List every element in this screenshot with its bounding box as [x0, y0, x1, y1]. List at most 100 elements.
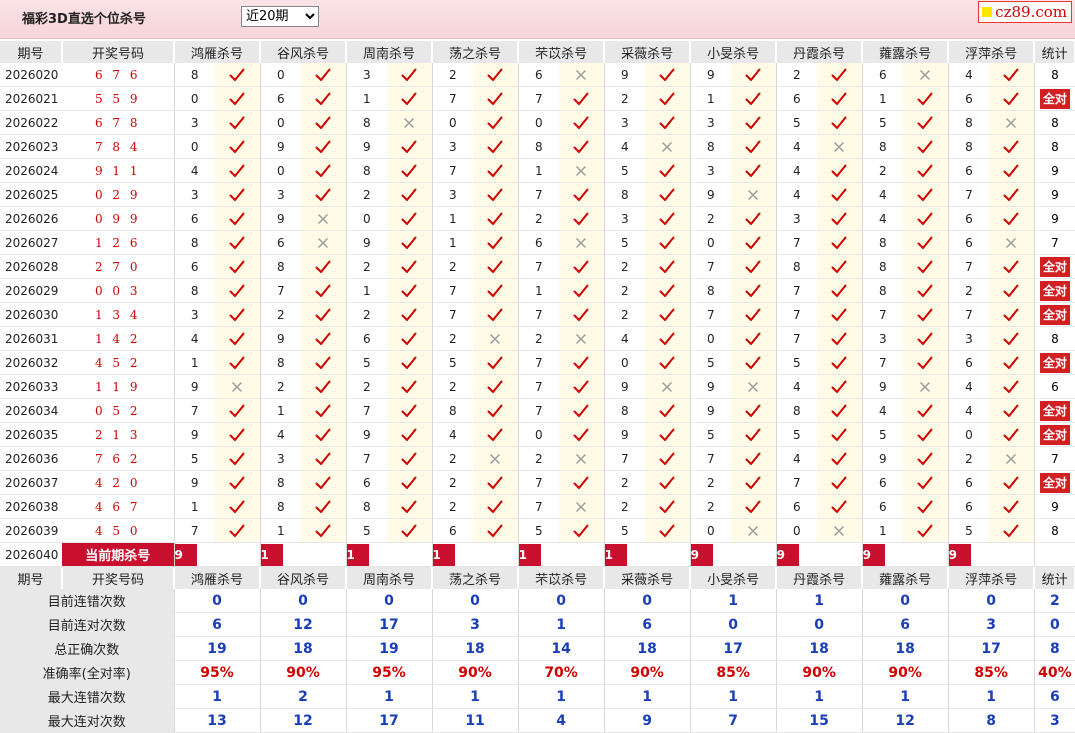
check-icon [315, 380, 331, 393]
period-select[interactable]: 近20期 [241, 6, 319, 27]
check-icon [1003, 68, 1019, 81]
kill-number: 4 [603, 134, 646, 159]
site-logo[interactable]: cz89.com [978, 1, 1072, 23]
kill-number: 3 [861, 326, 904, 351]
check-icon [831, 260, 847, 273]
kill-number: 5 [603, 158, 646, 183]
col-header-expert-1: 鸿雁杀号 [174, 41, 262, 63]
result-mark [645, 494, 691, 519]
kill-number: 5 [689, 350, 732, 375]
result-mark [645, 63, 691, 87]
result-mark [903, 494, 949, 519]
result-mark [301, 350, 347, 375]
result-mark [731, 494, 777, 519]
result-mark [301, 470, 347, 495]
kill-number: 4 [947, 398, 990, 423]
current-kill-number: 9 [777, 543, 799, 566]
check-icon [229, 140, 245, 153]
stat-cell: 6 [1033, 374, 1075, 399]
logo-square-icon [982, 7, 993, 17]
kill-number: 7 [775, 470, 818, 495]
stat-cell: 9 [1033, 158, 1075, 183]
kill-number: 3 [173, 302, 215, 327]
summary-value: 85% [689, 660, 777, 685]
result-mark [387, 134, 433, 159]
check-icon [573, 356, 589, 369]
summary-value: 1 [775, 684, 863, 709]
summary-value: 70% [517, 660, 605, 685]
summary-col-header-draw: 开奖号码 [62, 567, 175, 589]
col-header-expert-9: 蕹露杀号 [862, 41, 950, 63]
kill-number: 0 [259, 158, 302, 183]
result-mark [215, 278, 261, 303]
summary-value: 4 [517, 708, 605, 733]
kill-number: 2 [689, 494, 732, 519]
summary-value: 0 [861, 589, 949, 613]
table-row: 2026030 1 3 4 3 2 2 7 7 2 7 7 7 7 全对 [0, 302, 1075, 327]
summary-label: 总正确次数 [0, 636, 174, 661]
result-mark [731, 398, 777, 423]
issue-number: 2026020 [0, 63, 62, 87]
kill-number: 7 [517, 254, 560, 279]
kill-number: 5 [603, 230, 646, 255]
check-icon [487, 356, 503, 369]
kill-number: 2 [431, 446, 474, 471]
table-row: 2026034 0 5 2 7 1 7 8 7 8 9 8 4 4 全对 [0, 398, 1075, 423]
kill-number: 7 [517, 182, 560, 207]
kill-number: 3 [947, 326, 990, 351]
draw-number: 1 4 2 [62, 326, 174, 351]
check-icon [1003, 332, 1019, 345]
result-mark [301, 254, 347, 279]
check-icon [745, 428, 761, 441]
table-row: 2026023 7 8 40 9 9 3 8 4 8 4 8 8 8 [0, 134, 1075, 159]
kill-number: 2 [431, 254, 474, 279]
result-mark [731, 374, 777, 399]
summary-value: 1 [689, 684, 777, 709]
result-mark [731, 110, 777, 135]
result-mark [989, 158, 1035, 183]
cross-icon [232, 381, 243, 392]
result-mark [903, 398, 949, 423]
kill-number: 2 [517, 206, 560, 231]
kill-number: 0 [689, 326, 732, 351]
kill-number: 0 [345, 206, 388, 231]
result-mark [645, 182, 691, 207]
kill-number: 2 [517, 446, 560, 471]
kill-number: 0 [689, 518, 732, 543]
current-kill-number: 9 [175, 543, 197, 566]
kill-number: 4 [861, 398, 904, 423]
stat-cell: 8 [1033, 110, 1075, 135]
check-icon [659, 212, 675, 225]
table-row: 2026036 7 6 25 3 7 2 2 7 7 4 9 2 7 [0, 446, 1075, 471]
result-mark [473, 470, 519, 495]
cross-icon [920, 381, 931, 392]
check-icon [831, 452, 847, 465]
check-icon [745, 356, 761, 369]
kill-number: 4 [775, 158, 818, 183]
result-mark [817, 350, 863, 375]
result-mark [817, 134, 863, 159]
check-icon [745, 308, 761, 321]
kill-number: 3 [173, 110, 215, 135]
kill-number: 9 [689, 182, 732, 207]
kill-number: 3 [431, 134, 474, 159]
summary-col-header-expert-5: 芣苡杀号 [518, 567, 606, 589]
summary-header-row: 期号 开奖号码 鸿雁杀号 谷风杀号 周南杀号 荡之杀号 芣苡杀号 采薇杀号 小旻杀号 丹霞杀号 蕹露… [0, 567, 1075, 589]
table-row: 2026029 0 0 3 8 7 1 7 1 2 8 7 8 2 全对 [0, 278, 1075, 303]
result-mark [645, 134, 691, 159]
check-icon [401, 164, 417, 177]
result-mark [215, 350, 261, 375]
result-mark [903, 350, 949, 375]
check-icon [1003, 212, 1019, 225]
result-mark [645, 326, 691, 351]
summary-value: 0 [947, 589, 1035, 613]
result-mark [301, 422, 347, 447]
summary-row: 最大连对次数 13 12 17 11 4 9 7 15 12 8 3 [0, 708, 1075, 733]
result-mark [473, 446, 519, 471]
check-icon [831, 188, 847, 201]
stat-cell: 全对 [1033, 470, 1075, 495]
kill-number: 7 [775, 302, 818, 327]
result-mark [989, 63, 1035, 87]
result-mark [903, 230, 949, 255]
check-icon [917, 476, 933, 489]
